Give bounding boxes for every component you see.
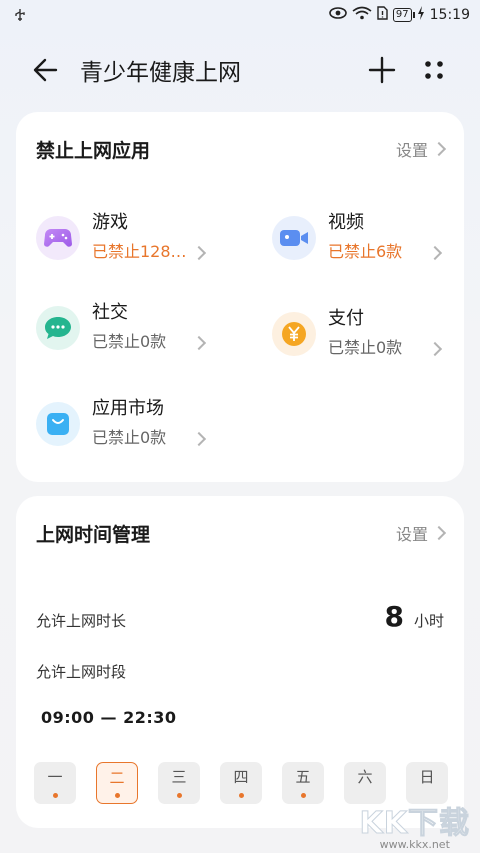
day-label: 二 (109, 769, 125, 787)
blocked-apps-card: 禁止上网应用 设置 游戏 已禁止128… 视频 已禁止6款 社交 已禁止0款 支… (16, 112, 464, 482)
chevron-right-icon (427, 341, 443, 357)
gamepad-icon (36, 216, 80, 260)
day-dot (53, 793, 58, 798)
setting-label: 设置 (395, 141, 428, 160)
category-app-market[interactable]: 应用市场 已禁止0款 (36, 394, 236, 464)
chevron-right-icon (191, 335, 207, 351)
category-name: 支付 (328, 308, 364, 329)
chevron-right-icon (427, 245, 443, 261)
duration-value[interactable]: 8 小时 (385, 600, 445, 633)
category-name: 应用市场 (92, 398, 164, 419)
day-label: 三 (171, 768, 187, 786)
blocked-apps-title: 禁止上网应用 (36, 140, 151, 162)
charging-icon (417, 6, 425, 24)
period-label: 允许上网时段 (36, 663, 127, 681)
chat-bubble-icon (36, 306, 80, 350)
day-label: 六 (357, 768, 373, 786)
category-status: 已禁止0款 (328, 338, 403, 357)
wifi-icon (352, 6, 372, 24)
setting-label: 设置 (395, 525, 428, 544)
period-value[interactable]: 09:00 — 22:30 (41, 708, 177, 727)
more-button[interactable] (416, 52, 452, 88)
day-label: 一 (47, 768, 63, 786)
category-status: 已禁止0款 (92, 332, 167, 351)
category-name: 视频 (328, 212, 364, 233)
back-button[interactable] (28, 52, 64, 88)
day-label: 日 (419, 768, 435, 786)
chevron-right-icon (191, 245, 207, 261)
video-camera-icon (272, 216, 316, 260)
day-wednesday[interactable]: 三 (158, 762, 200, 804)
four-dots-icon (425, 61, 443, 79)
app-bar: 青少年健康上网 (0, 40, 480, 98)
category-name: 社交 (92, 302, 128, 323)
day-dot (301, 793, 306, 798)
watermark-text: KK下载 (359, 806, 470, 842)
duration-label: 允许上网时长 (36, 612, 127, 630)
day-dot (177, 793, 182, 798)
add-button[interactable] (364, 52, 400, 88)
duration-number: 8 (384, 600, 404, 633)
day-thursday[interactable]: 四 (220, 762, 262, 804)
category-payment[interactable]: 支付 已禁止0款 (272, 304, 472, 374)
day-monday[interactable]: 一 (34, 762, 76, 804)
day-dot (239, 793, 244, 798)
sim-icon (377, 6, 388, 24)
category-games[interactable]: 游戏 已禁止128… (36, 208, 236, 278)
arrow-left-icon (33, 58, 58, 82)
day-friday[interactable]: 五 (282, 762, 324, 804)
time-management-setting-button[interactable]: 设置 (395, 521, 447, 545)
day-tuesday[interactable]: 二 (96, 762, 138, 804)
day-label: 五 (295, 768, 311, 786)
shopping-bag-icon (36, 402, 80, 446)
plus-icon (368, 56, 396, 84)
yen-coin-icon (272, 312, 316, 356)
day-dot (115, 793, 120, 798)
blocked-apps-setting-button[interactable]: 设置 (395, 137, 447, 161)
status-bar: 97 15:19 (0, 0, 480, 34)
day-label: 四 (233, 768, 249, 786)
category-status: 已禁止6款 (328, 242, 403, 261)
clock: 15:19 (429, 7, 470, 23)
chevron-right-icon (431, 141, 447, 157)
chevron-right-icon (191, 431, 207, 447)
eye-icon (329, 6, 347, 24)
category-status: 已禁止128… (92, 242, 187, 261)
category-status: 已禁止0款 (92, 428, 167, 447)
watermark-logo: KK下载 www.kkx.net (359, 798, 471, 852)
category-name: 游戏 (92, 212, 128, 233)
page-title: 青少年健康上网 (80, 60, 241, 86)
time-management-card: 上网时间管理 设置 允许上网时长 8 小时 允许上网时段 09:00 — 22:… (16, 496, 464, 828)
category-social[interactable]: 社交 已禁止0款 (36, 298, 236, 368)
usb-icon (14, 8, 26, 26)
time-management-title: 上网时间管理 (36, 524, 151, 546)
battery-icon: 97 (392, 8, 415, 22)
duration-unit: 小时 (413, 612, 444, 630)
chevron-right-icon (431, 525, 447, 541)
category-video[interactable]: 视频 已禁止6款 (272, 208, 472, 278)
